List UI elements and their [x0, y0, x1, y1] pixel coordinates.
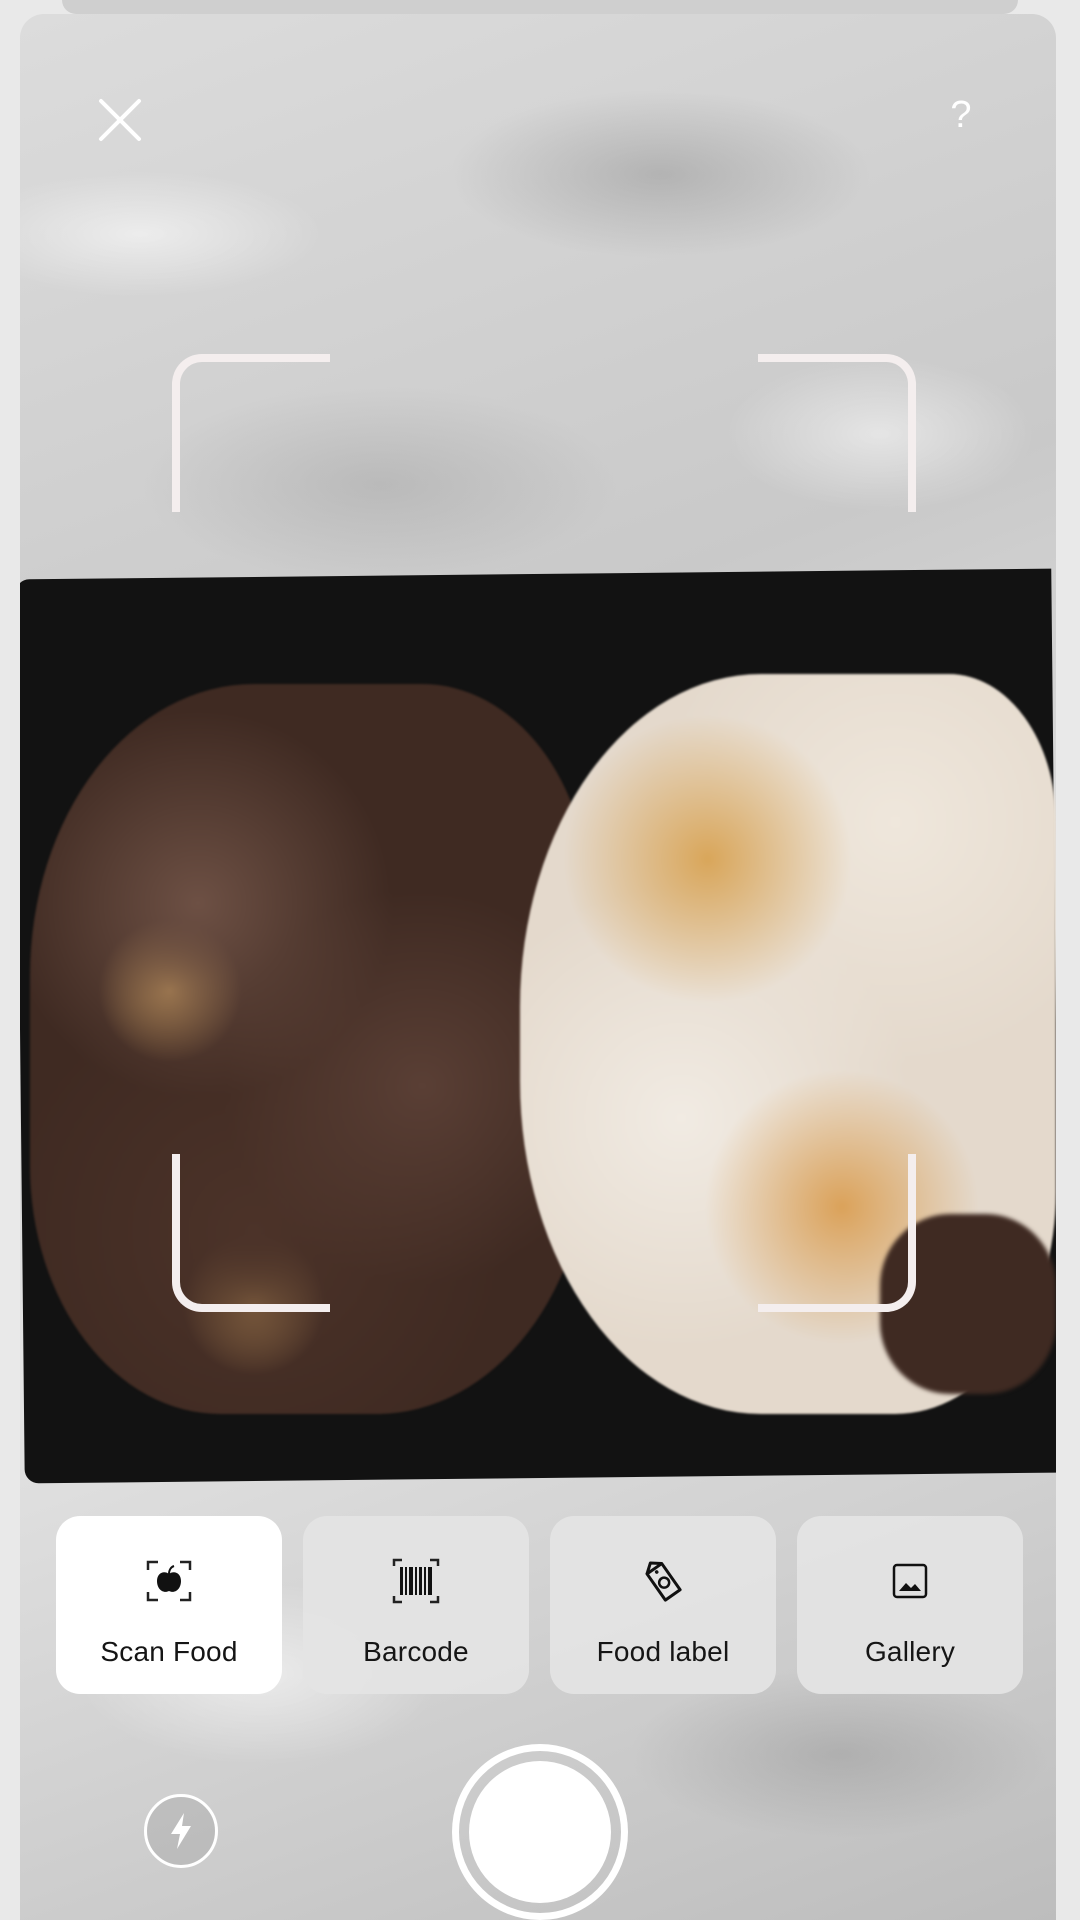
apple-scan-icon: [144, 1556, 194, 1606]
close-icon: [99, 99, 141, 141]
mode-food-label[interactable]: Food label: [550, 1516, 776, 1694]
scan-frame-corner-bottom-right: [758, 1154, 916, 1312]
shutter-inner: [469, 1761, 611, 1903]
mode-barcode[interactable]: Barcode: [303, 1516, 529, 1694]
scan-frame-corner-top-left: [172, 354, 330, 512]
scan-frame-corner-bottom-left: [172, 1154, 330, 1312]
flash-icon: [171, 1813, 191, 1849]
mode-label: Scan Food: [100, 1636, 238, 1667]
mode-label: Barcode: [363, 1636, 469, 1667]
flash-button[interactable]: [144, 1794, 218, 1868]
help-button[interactable]: ?: [936, 90, 986, 140]
food-label-icon: [638, 1556, 688, 1606]
gallery-icon: [885, 1556, 935, 1606]
sheet-handle-edge: [62, 0, 1018, 14]
shutter-button[interactable]: [452, 1744, 628, 1920]
scan-frame-corner-top-right: [758, 354, 916, 512]
close-button[interactable]: [90, 90, 150, 150]
mode-scan-food[interactable]: Scan Food: [56, 1516, 282, 1694]
mode-label: Gallery: [864, 1636, 956, 1667]
mode-label: Food label: [596, 1636, 730, 1667]
help-icon: ?: [950, 93, 972, 136]
scan-mode-bar: Scan Food Barcode Food label Gallery: [56, 1516, 1024, 1694]
barcode-icon: [391, 1556, 441, 1606]
mode-gallery[interactable]: Gallery: [797, 1516, 1023, 1694]
